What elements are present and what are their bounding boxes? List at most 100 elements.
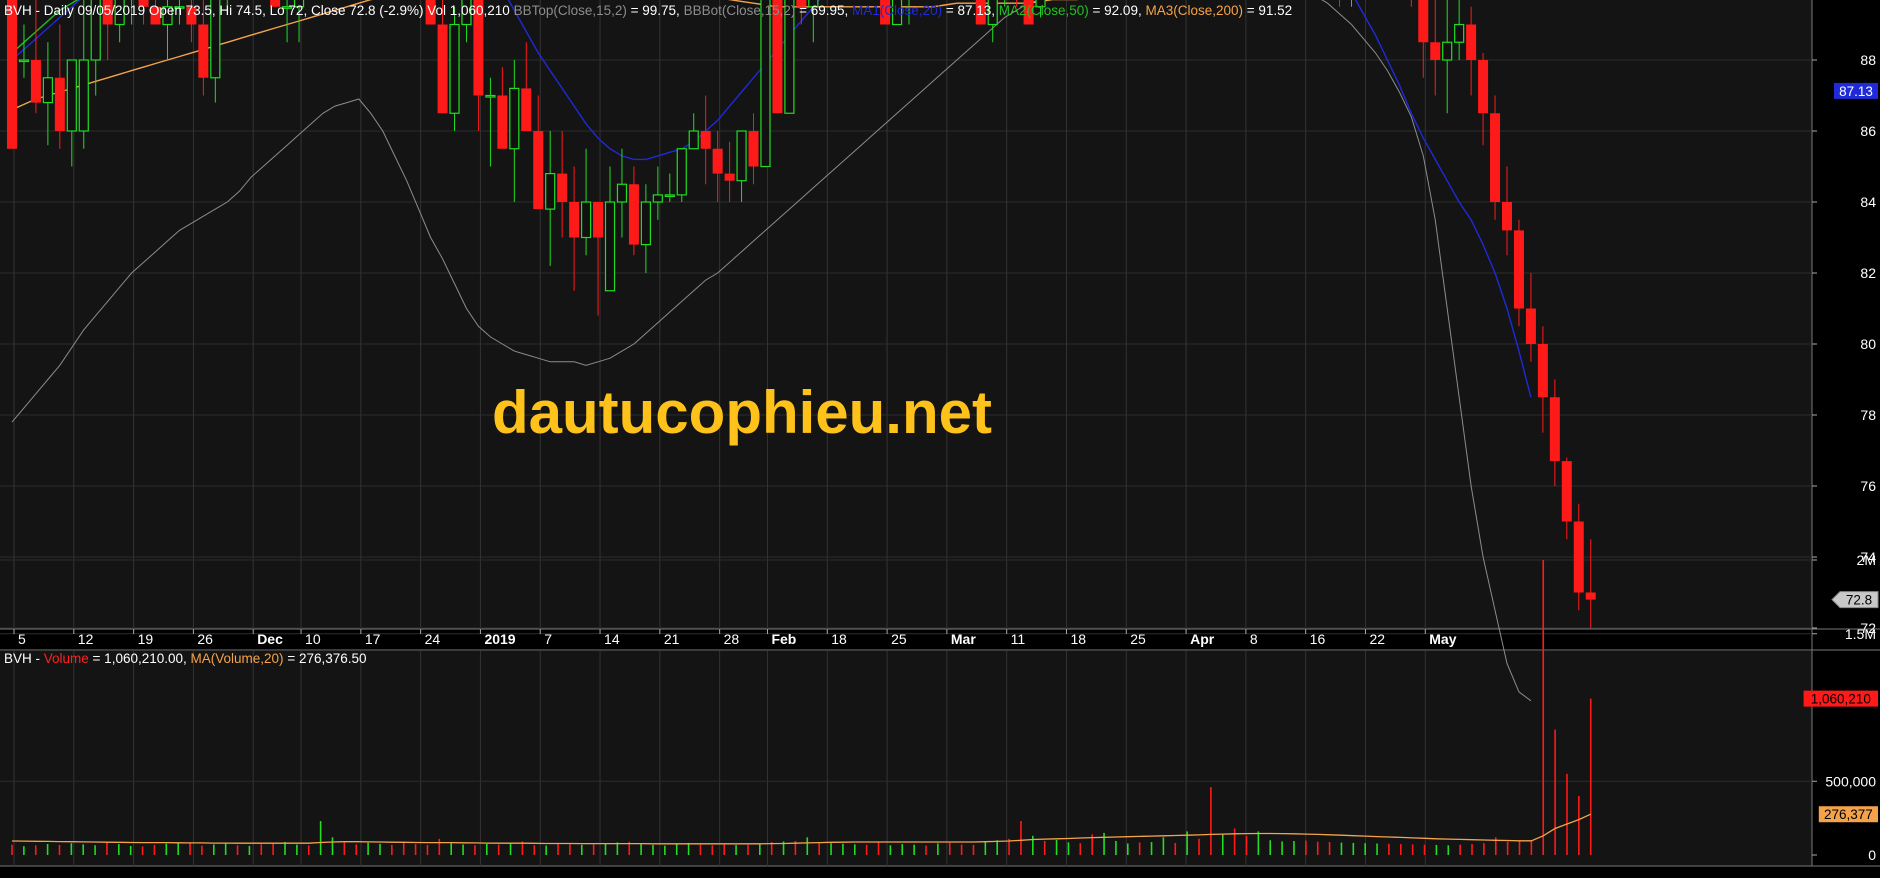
price-tick-label: 88 <box>1860 52 1876 68</box>
candle-body <box>652 194 663 203</box>
legend-segment: = 276,376.50 <box>284 651 367 666</box>
candle-body <box>1454 23 1465 43</box>
legend-segment: MA(Volume,20) <box>191 651 284 666</box>
legend-segment: BBBot(Close,15,2) <box>684 3 796 18</box>
time-tick-label: 26 <box>197 631 213 647</box>
legend-segment: = 92.09, <box>1089 3 1146 18</box>
time-tick-label: 28 <box>724 631 740 647</box>
chart-canvas: dautucophieu.net 5 12 19 26 Dec 10 17 24 2019 7 14… <box>0 0 1880 878</box>
candle-body <box>569 202 580 238</box>
candle-body <box>497 95 508 149</box>
candle-body <box>18 59 30 63</box>
candle-body <box>736 130 747 182</box>
volume-tick-label: 2M <box>1857 552 1876 568</box>
candle-body <box>1549 397 1560 462</box>
legend-segment: MA2(Close,50) <box>999 3 1089 18</box>
time-tick-label: 5 <box>18 631 26 647</box>
legend-segment: = 1,060,210.00, <box>89 651 191 666</box>
candle <box>7 0 17 149</box>
candle-body <box>593 202 604 238</box>
time-tick-label: Mar <box>951 631 976 647</box>
price-tick-label: 84 <box>1860 194 1876 210</box>
candle-body <box>1502 202 1512 231</box>
time-tick-label: 2019 <box>484 631 515 647</box>
candle-body <box>676 148 687 196</box>
legend-segment: BBTop(Close,15,2) <box>514 3 627 18</box>
time-tick-label: 12 <box>78 631 94 647</box>
time-tick-label: Feb <box>771 631 796 647</box>
candle-body <box>580 201 592 239</box>
time-tick-label: Apr <box>1190 631 1215 647</box>
legend-segment: BVH - Daily 09/05/2019 Open 73.5, Hi 74.… <box>4 3 514 18</box>
legend-segment: BVH - <box>4 651 44 666</box>
candle <box>1490 95 1501 220</box>
candle <box>760 0 771 168</box>
volume-value-tag-label: 276,377 <box>1824 807 1873 822</box>
watermark: dautucophieu.net <box>492 379 992 446</box>
candle-body <box>521 88 532 131</box>
legend-segment: = 91.52 <box>1243 3 1292 18</box>
volume-header-legend: BVH - Volume = 1,060,210.00, MA(Volume,2… <box>4 651 367 666</box>
candle-body <box>557 173 568 202</box>
time-tick-label: 19 <box>138 631 154 647</box>
candle-body <box>1561 461 1572 522</box>
time-tick-label: 25 <box>1130 631 1146 647</box>
price-tick-label: 86 <box>1860 123 1876 139</box>
time-tick-label: 22 <box>1369 631 1385 647</box>
candle-body <box>640 201 651 246</box>
time-tick-label: 25 <box>891 631 907 647</box>
candle-body <box>1537 344 1548 398</box>
time-tick-label: Dec <box>257 631 283 647</box>
candle-body <box>604 201 616 292</box>
legend-segment: = 69.95, <box>795 3 852 18</box>
time-tick-label: 24 <box>425 631 441 647</box>
candle-body <box>748 131 759 167</box>
time-tick-label: 18 <box>1070 631 1086 647</box>
time-tick-label: 8 <box>1250 631 1258 647</box>
candle-body <box>66 59 77 132</box>
candle-body <box>449 23 460 114</box>
candle-body <box>1573 521 1584 593</box>
candle-body <box>78 59 89 132</box>
candle-body <box>712 148 723 174</box>
candle-body <box>54 77 65 131</box>
candle-body <box>664 194 675 197</box>
candle-body <box>724 173 735 181</box>
price-header-legend: BVH - Daily 09/05/2019 Open 73.5, Hi 74.… <box>4 3 1292 18</box>
candle-body <box>1478 60 1489 114</box>
time-tick-label: 16 <box>1310 631 1326 647</box>
time-tick-label: 18 <box>831 631 847 647</box>
legend-segment: = 87.13, <box>942 3 999 18</box>
candle <box>676 148 687 202</box>
candle-body <box>700 131 711 149</box>
stock-chart-window: dautucophieu.net 5 12 19 26 Dec 10 17 24 2019 7 14… <box>0 0 1880 878</box>
candle-body <box>7 0 17 149</box>
candle-body <box>628 184 639 245</box>
volume-panel[interactable] <box>0 651 1812 866</box>
price-value-tag-label: 72.8 <box>1846 593 1872 608</box>
candle-body <box>1513 230 1524 309</box>
candle-body <box>1442 41 1453 61</box>
legend-segment: MA1(Close,20) <box>852 3 942 18</box>
time-tick-label: 17 <box>365 631 381 647</box>
candle-body <box>437 24 448 114</box>
volume-tick-label: 0 <box>1868 847 1876 863</box>
time-tick-label: 11 <box>1011 631 1026 647</box>
candle-body <box>1466 24 1477 60</box>
candle-body <box>1490 113 1501 202</box>
candle-body <box>198 24 209 78</box>
candle <box>449 6 460 131</box>
price-tick-label: 82 <box>1860 265 1876 281</box>
legend-segment: Volume <box>44 651 89 666</box>
price-panel[interactable] <box>0 0 1812 629</box>
candle-body <box>509 87 520 150</box>
candle-body <box>688 130 699 150</box>
time-tick-label: 14 <box>604 631 620 647</box>
candle-body <box>1585 592 1596 600</box>
candle-body <box>30 60 41 103</box>
candle-body <box>485 94 496 98</box>
legend-segment: MA3(Close,200) <box>1145 3 1243 18</box>
price-value-tag-label: 87.13 <box>1839 84 1873 99</box>
candle-body <box>533 131 544 210</box>
candle-body <box>616 183 628 203</box>
